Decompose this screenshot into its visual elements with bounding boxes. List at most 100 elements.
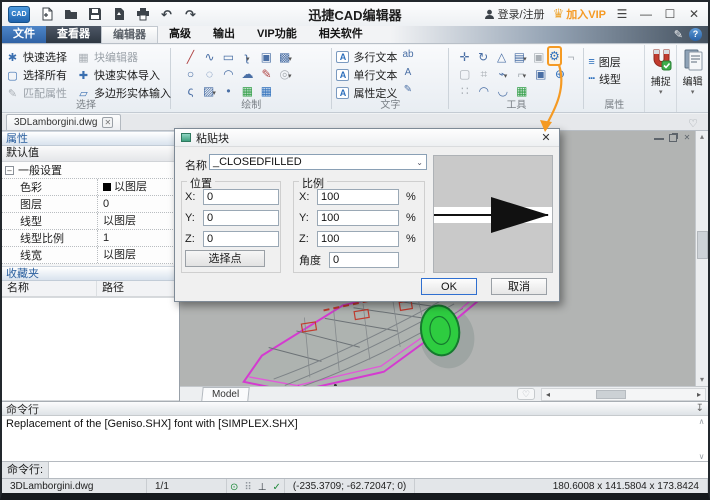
spell-check-icon[interactable]: ab [402,49,413,66]
hscroll-left-icon[interactable]: ◂ [542,390,554,399]
break-icon[interactable]: ⌁▾ [493,66,512,82]
block-name-combobox[interactable]: _CLOSEDFILLED ⌄ [209,154,427,170]
arc-icon[interactable]: ◠ [219,66,238,82]
text-style-icon[interactable]: A [402,67,413,84]
favorites-header[interactable]: 收藏夹 [2,266,179,281]
trim-icon[interactable]: ¬ [562,49,581,65]
canvas-heart-icon[interactable]: ♡ [517,388,535,400]
document-tab[interactable]: 3DLamborgini.dwg ✕ [6,114,121,130]
ellipse-icon[interactable]: ◌ [200,66,219,82]
rotate-icon[interactable]: ↻ [474,49,493,65]
close-button[interactable]: ✕ [686,7,702,21]
quick-select-button[interactable]: ✱ 快速选择 [6,48,67,66]
angle-input[interactable] [329,252,399,268]
copy-icon[interactable]: ▣ [529,49,548,65]
general-settings-row[interactable]: – 一般设置 [2,162,179,179]
child-close-icon[interactable]: ✕ [682,133,692,142]
linetype-button[interactable]: ┅ 线型 [588,70,641,87]
tab-advanced[interactable]: 高级 [158,26,202,43]
horizontal-scrollbar[interactable]: ◂ ▸ [541,388,706,401]
hscroll-thumb[interactable] [596,390,626,399]
multiline-text-button[interactable]: A 多行文本 [336,48,397,66]
select-point-button[interactable]: 选择点 [185,250,265,267]
scale-z-input[interactable] [317,231,399,247]
align-icon[interactable]: ⌗ [474,66,493,82]
mirror-icon[interactable]: △ [492,49,511,65]
open-folder-icon[interactable] [63,7,78,22]
redo-icon[interactable]: ↷ [183,7,198,22]
pin-icon[interactable]: ↧ [696,403,704,414]
spline-icon[interactable]: ʅ▾ [238,49,257,65]
tab-viewer[interactable]: 查看器 [46,26,101,43]
edit-dropdown-icon[interactable]: ▾ [691,88,695,96]
vscroll-thumb[interactable] [697,231,708,259]
dialog-close-icon[interactable]: ✕ [539,131,553,144]
move-icon[interactable]: ✛ [455,49,474,65]
region-icon[interactable]: ▩▾ [276,49,295,65]
new-file-icon[interactable] [39,7,54,22]
rectangle-icon[interactable]: ▭ [219,49,238,65]
pos-z-input[interactable] [203,231,279,247]
select-all-button[interactable]: ▢ 选择所有 [6,66,67,84]
favorites-heart-icon[interactable]: ♡ [688,117,698,130]
commandline-history[interactable]: Replacement of the [Geniso.SHX] font wit… [2,416,708,462]
circle-icon[interactable]: ○ [181,66,200,82]
paste-block-icon[interactable]: ⚙ [549,49,560,63]
help-icon[interactable]: ? [689,28,702,41]
edit-button[interactable]: 编辑 ▾ [676,45,708,112]
polyline-icon[interactable]: ∿ [200,49,219,65]
array-icon[interactable]: ▤▾ [511,49,530,65]
singleline-text-button[interactable]: A 单行文本 [336,66,397,84]
property-row-layer[interactable]: 图层 0 [2,196,179,213]
offset-icon[interactable]: ⌐▾ [512,66,531,82]
minimize-button[interactable]: — [638,7,654,21]
child-restore-icon[interactable] [669,134,677,142]
property-row-lineweight[interactable]: 线宽 以图层 [2,247,179,264]
child-minimize-icon[interactable] [654,133,664,140]
pdf-export-icon[interactable] [111,7,126,22]
block-editor-button[interactable]: ▦ 块编辑器 [77,48,171,66]
status-ortho-icon[interactable]: ⊥ [255,482,270,493]
property-row-linetype[interactable]: 线型 以图层 [2,213,179,230]
cancel-button[interactable]: 取消 [491,278,547,295]
paste-icon[interactable]: ▣ [531,66,550,82]
boundary-icon[interactable]: ◎▾ [276,66,295,82]
tab-output[interactable]: 输出 [202,26,246,43]
scroll-down-icon[interactable]: ▾ [700,374,704,386]
sketch-icon[interactable]: ✎ [257,66,276,82]
scale-x-input[interactable] [317,189,399,205]
property-row-color[interactable]: 色彩 以图层 [2,179,179,196]
copy-block-icon[interactable]: ▣ [257,49,276,65]
dialog-titlebar[interactable]: 粘贴块 ✕ [175,129,559,147]
style-pencil-icon[interactable]: ✎ [674,28,683,41]
property-row-ltscale[interactable]: 线型比例 1 [2,230,179,247]
model-tab[interactable]: Model [201,387,250,401]
status-draft-icon[interactable]: ✓ [269,482,283,493]
favorites-list[interactable] [2,297,179,401]
ok-button[interactable]: OK [421,278,477,295]
hscroll-right-icon[interactable]: ▸ [693,390,705,399]
collapse-icon[interactable]: – [5,166,14,175]
layers-button[interactable]: ≡ 图层 [588,53,641,70]
undo-icon[interactable]: ↶ [159,7,174,22]
measure-icon[interactable]: ⊕ [550,66,569,82]
revision-cloud-icon[interactable]: ☁ [238,66,257,82]
snap-button[interactable]: 捕捉 ▾ [644,45,676,112]
print-icon[interactable] [135,7,150,22]
snap-dropdown-icon[interactable]: ▾ [659,88,663,96]
quick-entity-import-button[interactable]: ✚ 快速实体导入 [77,66,171,84]
scroll-up-icon[interactable]: ▴ [700,131,704,143]
main-menu-button[interactable]: ☰ [614,7,630,21]
login-register-button[interactable]: 登录/注册 [484,6,545,22]
vertical-scrollbar[interactable]: ▴ ▾ [695,131,708,386]
status-grid-icon[interactable]: ⠿ [241,482,254,493]
pos-x-input[interactable] [203,189,279,205]
scale-y-input[interactable] [317,210,399,226]
properties-header[interactable]: 属性 [2,131,179,146]
tab-vip-features[interactable]: VIP功能 [246,26,308,43]
commandline-scrollbar[interactable]: ∧ ∨ [695,416,708,462]
status-snap-icon[interactable]: ⊙ [227,482,241,493]
cmd-scroll-up-icon[interactable]: ∧ [699,417,705,426]
tab-close-icon[interactable]: ✕ [102,117,113,128]
app-logo-icon[interactable]: CAD [8,6,30,23]
